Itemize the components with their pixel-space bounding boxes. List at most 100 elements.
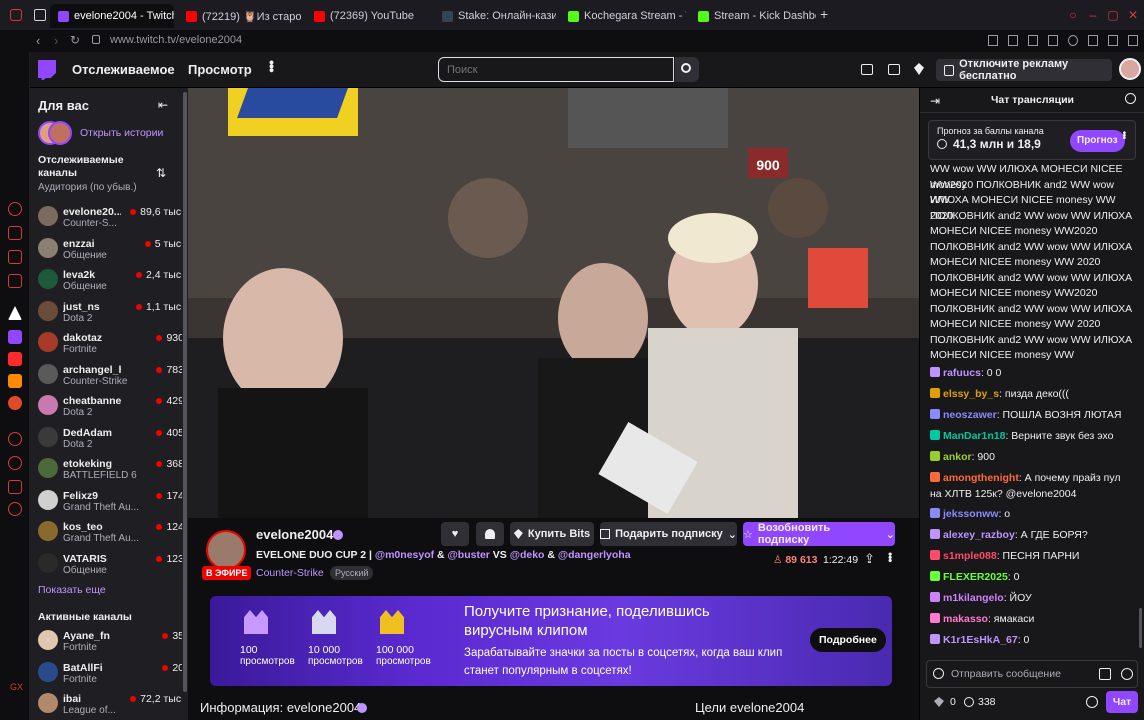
search-tabs-icon[interactable]: ○ [1066,8,1080,22]
sidebar-app-icon[interactable] [8,374,22,388]
more-menu-icon[interactable]: ••• [264,60,280,72]
share-icon[interactable]: ⇪ [864,551,875,567]
channel-item[interactable]: Felixz9 Grand Theft Au... 174 [38,488,184,516]
channel-item[interactable]: Ayane_fn Fortnite 35 [38,628,184,656]
renew-sub-button[interactable]: ☆ Возобновить подписку ⌄ [743,522,895,546]
bits-icon[interactable] [914,63,924,75]
notify-button[interactable] [476,522,504,546]
browser-tab[interactable]: evelone2004 - Twitch [50,4,174,28]
stories-avatars[interactable] [38,121,72,145]
channel-avatar[interactable] [206,530,246,570]
sort-icon[interactable]: ⇅ [156,166,166,180]
channel-item[interactable]: evelone20... Counter-S... 89,6 тыс. [38,204,184,232]
browser-tab[interactable]: (72219) 🦉Из старой ХР [178,4,302,28]
browser-menu-icon[interactable] [10,9,22,21]
channel-name[interactable]: evelone2004 [256,527,333,542]
emote-icon[interactable] [1121,668,1133,680]
close-window-icon[interactable]: ✕ [1126,8,1140,22]
sidebar-kick-icon[interactable] [8,306,22,320]
category-link[interactable]: Counter-Strike [256,567,324,579]
channel-item[interactable]: dakotaz Fortnite 930 [38,330,184,358]
sidebar-instagram-icon[interactable] [8,250,22,264]
sidebar-yandex-icon[interactable] [8,352,22,366]
sidebar-app2-icon[interactable] [8,396,22,410]
chat-username[interactable]: makasso [943,613,988,625]
chat-username[interactable]: s1mple088 [943,550,997,562]
chat-username[interactable]: m1kilangelo [943,592,1004,604]
channel-item[interactable]: leva2k Общение 2,4 тыс. [38,267,184,295]
inbox-icon[interactable] [861,64,873,75]
maximize-icon[interactable]: ▢ [1106,8,1120,22]
prediction-card[interactable]: Прогноз за баллы канала 41,3 млн и 18,9 … [928,120,1136,160]
wallet-icon[interactable] [1088,35,1098,46]
bookmark-icon[interactable] [988,35,998,46]
channel-item[interactable]: enzzai Общение 5 тыс. [38,236,184,264]
camera-icon[interactable] [1028,35,1038,46]
chat-send-button[interactable]: Чат [1106,691,1138,713]
chat-username[interactable]: rafuucs [943,367,981,379]
chat-input[interactable]: Отправить сообщение [926,660,1138,688]
browser-tab[interactable]: Stake: Онлайн-казино и [434,4,556,28]
channel-item[interactable]: cheatbannedDota 2 429 [38,393,184,421]
channel-item[interactable]: just_ns Dota 2 1,1 тыс. [38,299,184,327]
sidebar-settings-icon[interactable] [8,502,22,516]
channel-item[interactable]: VATARIS Общение 123 [38,551,184,579]
whispers-icon[interactable] [888,64,900,75]
channel-item[interactable]: BatAllFi Fortnite 20 [38,660,184,688]
screenshot-icon[interactable] [1008,35,1018,46]
back-icon[interactable]: ‹ [36,33,40,48]
title-mention-link[interactable]: @m0nesyof [375,549,434,561]
chat-username[interactable]: neoszawer [943,409,997,421]
chat-username[interactable]: amongthenight [943,472,1019,484]
prediction-more-icon[interactable]: ••• [1118,131,1129,139]
forward-icon[interactable]: › [54,33,58,48]
sidebar-twitch-icon[interactable] [8,330,22,344]
chat-username[interactable]: alexey_razboy [943,529,1015,541]
title-mention-link[interactable]: @dangerlyoha [558,549,631,561]
sidebar-shop-icon[interactable] [8,226,22,240]
show-more-link[interactable]: Показать еще [38,584,106,596]
extensions-icon[interactable] [1099,668,1111,680]
nav-following[interactable]: Отслеживаемое [72,62,175,77]
chat-username[interactable]: FLEXER2025 [943,571,1008,583]
chat-username[interactable]: ankor [943,451,972,463]
chat-users-icon[interactable] [1125,93,1136,104]
title-mention-link[interactable]: @buster [448,549,490,561]
new-tab-icon[interactable]: + [820,7,832,21]
bits-icon[interactable] [934,697,944,707]
prediction-button[interactable]: Прогноз [1070,130,1125,152]
channel-item[interactable]: archangel_hsCounter-Strike 783 [38,362,184,390]
sidebar-player-icon[interactable] [8,432,22,446]
search-button[interactable] [675,57,699,82]
tab-overview-icon[interactable] [34,9,46,21]
url-text[interactable]: www.twitch.tv/evelone2004 [110,34,242,46]
browser-tab[interactable]: Stream - Kick Dashboard [690,4,816,28]
chat-settings-icon[interactable] [1086,696,1098,708]
sidebar-tasks-icon[interactable] [8,274,22,288]
sidebar-messenger-icon[interactable] [8,202,22,216]
extensions-icon[interactable] [1128,35,1138,46]
minimize-icon[interactable]: – [1086,8,1100,22]
play-icon[interactable] [1048,35,1058,46]
chat-scrollbar[interactable] [1139,108,1143,648]
language-tag[interactable]: Русский [330,566,374,580]
browser-tab[interactable]: Kochegara Stream - Wat [560,4,686,28]
video-player[interactable]: 900 900 [188,88,919,518]
channel-item[interactable]: ibai League of... 72,2 тыс. [38,691,184,719]
chat-username[interactable]: elssy_by_s [943,388,999,400]
channel-points-icon[interactable] [964,697,974,707]
channel-item[interactable]: etokeking BATTLEFIELD 6 368 [38,456,184,484]
nav-browse[interactable]: Просмотр [188,62,252,77]
collapse-sidebar-icon[interactable]: ⇤ [158,98,168,112]
chat-username[interactable]: jekssonww [943,508,998,520]
twitch-logo-icon[interactable] [38,60,56,80]
chat-username[interactable]: K1r1EsHkA_67 [943,634,1018,646]
buy-bits-button[interactable]: Купить Bits [510,522,594,546]
channel-item[interactable]: kos_teo Grand Theft Au... 124 [38,519,184,547]
download-icon[interactable] [1108,35,1118,46]
gift-sub-button[interactable]: Подарить подписку ⌄ [600,522,737,546]
search-input[interactable] [438,57,674,82]
sidebar-extensions-icon[interactable] [8,480,22,494]
sidebar-gx-icon[interactable]: GX [10,682,23,692]
user-avatar[interactable] [1119,58,1141,80]
